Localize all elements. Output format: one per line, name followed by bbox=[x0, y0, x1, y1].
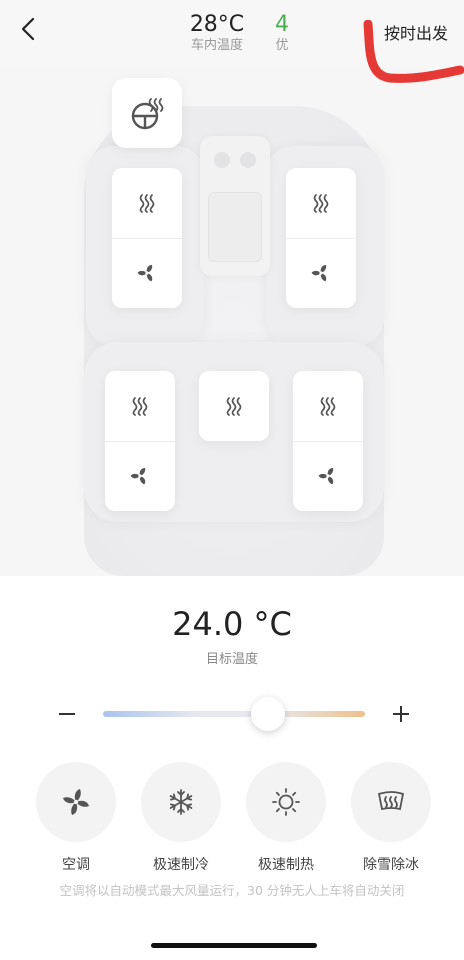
cabin-temperature: 28°C 车内温度 bbox=[172, 12, 262, 54]
mode-rapid-heat-circle bbox=[246, 762, 326, 842]
temperature-slider-thumb[interactable] bbox=[251, 697, 286, 731]
rear-left-seat-card bbox=[105, 371, 175, 511]
front-right-seat-vent-button[interactable] bbox=[286, 238, 356, 308]
car-seat-map bbox=[0, 66, 464, 576]
fan-icon bbox=[137, 265, 153, 282]
chevron-left-icon bbox=[21, 17, 35, 41]
air-quality-value: 4 bbox=[275, 12, 289, 37]
rear-right-seat-heat-button[interactable] bbox=[293, 371, 363, 441]
mode-rapid-heat-label: 极速制热 bbox=[258, 857, 314, 873]
rear-right-seat-card bbox=[293, 371, 363, 511]
mode-ac-button[interactable]: 空调 bbox=[36, 762, 116, 874]
seat-heat-icon bbox=[139, 194, 155, 213]
depart-on-time-button[interactable]: 按时出发 bbox=[384, 20, 448, 44]
steering-wheel-heat-seg bbox=[112, 78, 182, 148]
rear-left-seat-vent-button[interactable] bbox=[105, 441, 175, 511]
rear-right-seat-vent-button[interactable] bbox=[293, 441, 363, 511]
console-knob bbox=[214, 152, 230, 168]
steering-wheel-heat-icon bbox=[131, 98, 164, 130]
increase-temperature-button[interactable] bbox=[390, 700, 412, 728]
fan-icon bbox=[311, 265, 327, 282]
mode-ac-label: 空调 bbox=[62, 857, 90, 873]
target-temperature-label: 目标温度 bbox=[205, 652, 258, 667]
fan-icon bbox=[318, 468, 334, 485]
seat-heat-icon bbox=[320, 397, 336, 416]
back-button[interactable] bbox=[14, 14, 44, 44]
seat-heat-icon bbox=[226, 397, 242, 416]
defrost-icon bbox=[377, 791, 405, 811]
cabin-temperature-value: 28°C bbox=[189, 12, 245, 37]
seat-heat-icon bbox=[132, 397, 148, 416]
console-lid bbox=[208, 192, 262, 262]
mode-rapid-heat-button[interactable]: 极速制热 bbox=[246, 762, 326, 874]
mode-defrost-circle bbox=[351, 762, 431, 842]
front-right-seat-heat-button[interactable] bbox=[286, 168, 356, 238]
cabin-temperature-label: 车内温度 bbox=[190, 38, 243, 53]
front-right-seat-card bbox=[286, 168, 356, 308]
snowflake-icon bbox=[169, 789, 193, 815]
decrease-temperature-button[interactable] bbox=[56, 700, 78, 728]
rear-center-seat-card bbox=[199, 371, 269, 441]
steering-wheel-heat-button[interactable] bbox=[112, 78, 182, 148]
mode-defrost-label: 除雪除冰 bbox=[363, 857, 419, 873]
rear-center-seat-heat-button[interactable] bbox=[199, 371, 269, 441]
sun-icon bbox=[272, 788, 300, 816]
mode-rapid-cool-button[interactable]: 极速制冷 bbox=[141, 762, 221, 874]
rear-left-seat-heat-button[interactable] bbox=[105, 371, 175, 441]
ac-hint-text: 空调将以自动模式最大风量运行，30 分钟无人上车将自动关闭 bbox=[59, 883, 405, 898]
top-bar: 28°C 车内温度 4 优 按时出发 bbox=[0, 0, 464, 66]
fan-icon bbox=[63, 789, 89, 815]
fan-icon bbox=[130, 468, 146, 485]
mode-ac-circle bbox=[36, 762, 116, 842]
temperature-slider-track[interactable] bbox=[103, 711, 365, 717]
mode-defrost-button[interactable]: 除雪除冰 bbox=[351, 762, 431, 874]
air-quality-label: 优 bbox=[275, 38, 289, 53]
target-temperature-value: 24.0 °C bbox=[172, 605, 292, 643]
front-left-seat-vent-button[interactable] bbox=[112, 238, 182, 308]
home-indicator[interactable] bbox=[151, 943, 317, 948]
front-left-seat-card bbox=[112, 168, 182, 308]
console-knob bbox=[240, 152, 256, 168]
mode-rapid-cool-circle bbox=[141, 762, 221, 842]
center-console bbox=[200, 136, 270, 276]
front-left-seat-heat-button[interactable] bbox=[112, 168, 182, 238]
mode-rapid-cool-label: 极速制冷 bbox=[153, 857, 209, 873]
air-quality: 4 优 bbox=[262, 12, 302, 54]
seat-heat-icon bbox=[313, 194, 329, 213]
